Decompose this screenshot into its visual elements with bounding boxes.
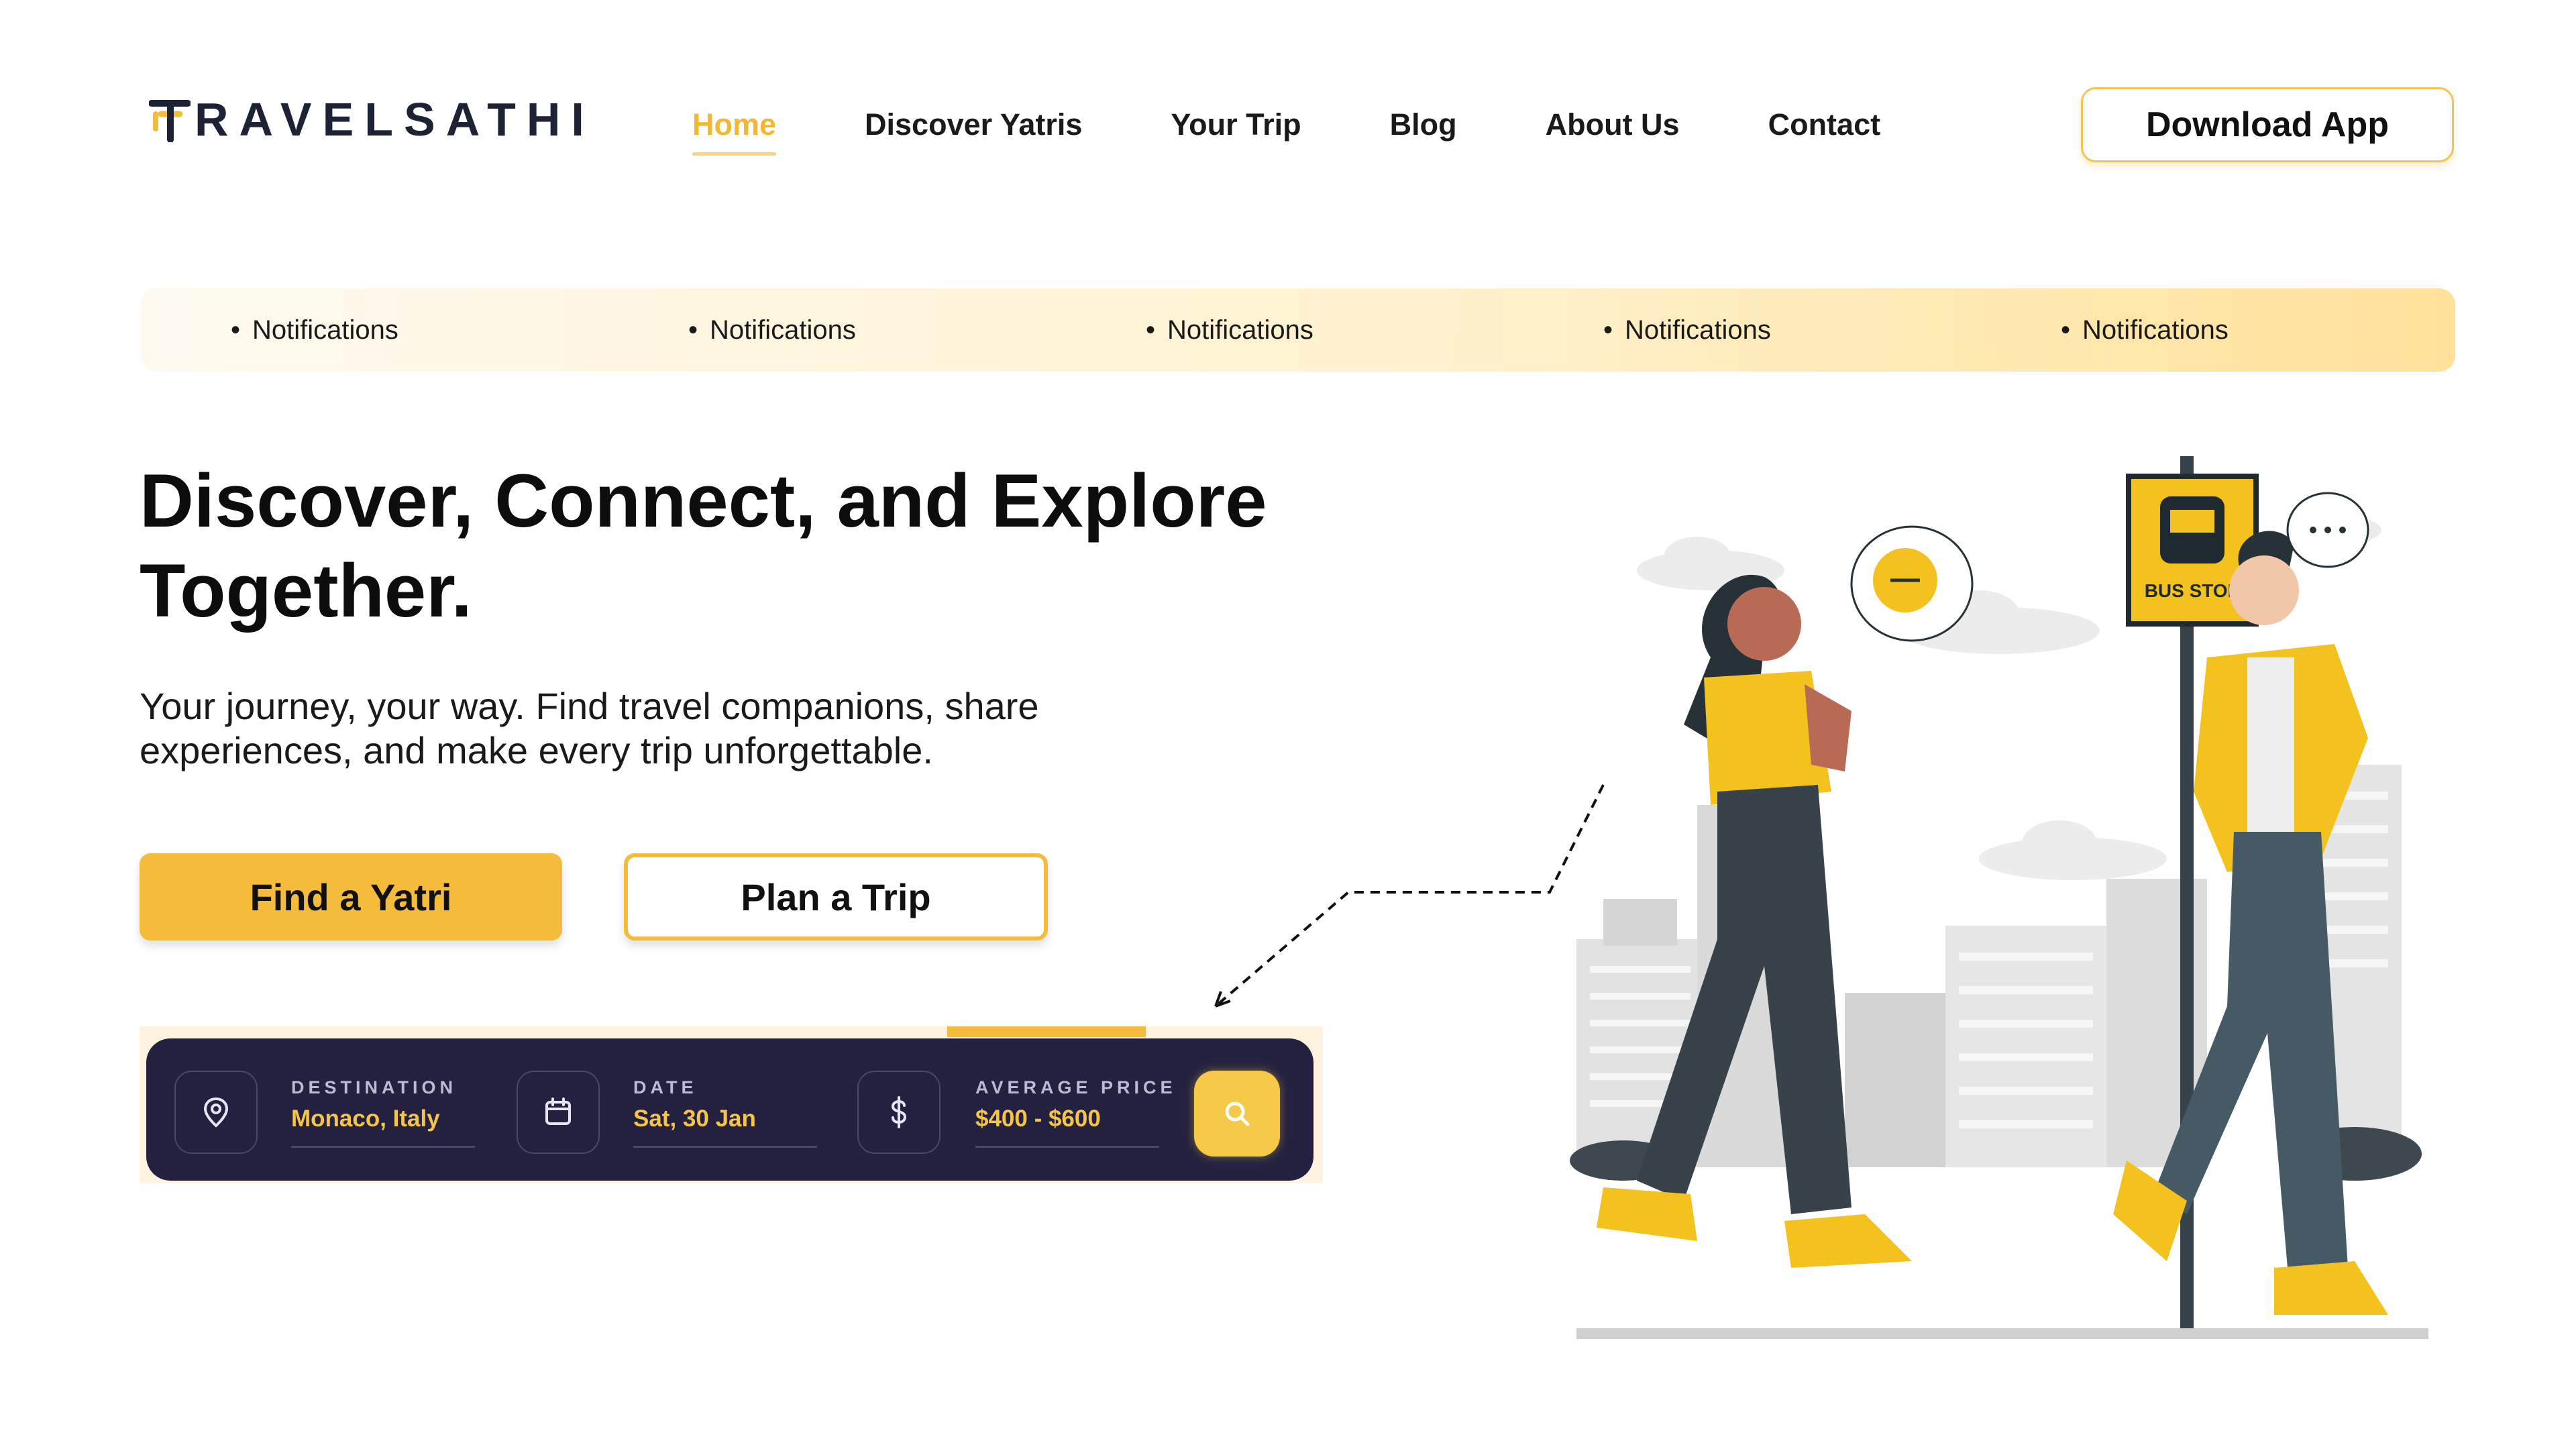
search-icon	[1225, 1102, 1250, 1126]
search-accent-bar	[947, 1026, 1146, 1037]
hero-title-line1: Discover, Connect, and Explore	[140, 459, 1267, 543]
calendar-icon[interactable]	[517, 1071, 600, 1154]
hero-title: Discover, Connect, and Explore Together.	[140, 456, 1414, 636]
price-label: AVERAGE PRICE	[975, 1077, 1177, 1097]
location-pin-icon[interactable]	[174, 1071, 258, 1154]
destination-field[interactable]: Monaco, Italy	[291, 1106, 440, 1132]
nav-about-us[interactable]: About Us	[1546, 101, 1680, 149]
notification-item[interactable]: Notifications	[2061, 288, 2229, 372]
notification-item[interactable]: Notifications	[1603, 288, 1771, 372]
dashed-arrow-icon	[1214, 784, 1605, 1008]
search-button[interactable]	[1194, 1071, 1280, 1157]
date-label: DATE	[633, 1077, 698, 1097]
divider	[633, 1146, 817, 1148]
price-field[interactable]: $400 - $600	[975, 1106, 1101, 1132]
hero-subtitle-line2: experiences, and make every trip unforge…	[140, 729, 933, 771]
destination-label: DESTINATION	[291, 1077, 457, 1097]
notifications-bar: Notifications Notifications Notification…	[141, 288, 2455, 372]
typing-speech-bubble-icon	[2286, 492, 2369, 568]
nav-your-trip[interactable]: Your Trip	[1171, 101, 1301, 149]
divider	[291, 1146, 475, 1148]
date-field[interactable]: Sat, 30 Jan	[633, 1106, 756, 1132]
bus-stop-label: BUS STOP	[2145, 580, 2241, 601]
hero-subtitle-line1: Your journey, your way. Find travel comp…	[140, 685, 1039, 727]
nav-contact[interactable]: Contact	[1768, 101, 1881, 149]
notification-item[interactable]: Notifications	[688, 288, 856, 372]
find-yatri-button[interactable]: Find a Yatri	[140, 853, 562, 941]
trip-search-panel: DESTINATION Monaco, Italy DATE Sat, 30 J…	[146, 1038, 1313, 1181]
nav-home[interactable]: Home	[692, 101, 777, 156]
notification-item[interactable]: Notifications	[231, 288, 398, 372]
ground	[1576, 1328, 2428, 1339]
nav-blog[interactable]: Blog	[1390, 101, 1457, 149]
hero-title-line2: Together.	[140, 549, 472, 633]
nav-discover-yatris[interactable]: Discover Yatris	[865, 101, 1082, 149]
download-app-button[interactable]: Download App	[2081, 87, 2454, 162]
brand-name: RAVELSATHI	[195, 93, 595, 146]
divider	[975, 1146, 1159, 1148]
brand-logo[interactable]: RAVELSATHI	[148, 93, 595, 146]
emoji-speech-bubble-icon	[1850, 525, 1974, 642]
dollar-icon[interactable]	[857, 1071, 941, 1154]
hero-illustration: BUS STOP	[1563, 456, 2435, 1355]
hero-subtitle: Your journey, your way. Find travel comp…	[140, 684, 1280, 773]
logo-mark-icon	[148, 97, 191, 143]
plan-trip-button[interactable]: Plan a Trip	[624, 853, 1048, 941]
notification-item[interactable]: Notifications	[1146, 288, 1313, 372]
main-nav: Home Discover Yatris Your Trip Blog Abou…	[692, 101, 1881, 156]
